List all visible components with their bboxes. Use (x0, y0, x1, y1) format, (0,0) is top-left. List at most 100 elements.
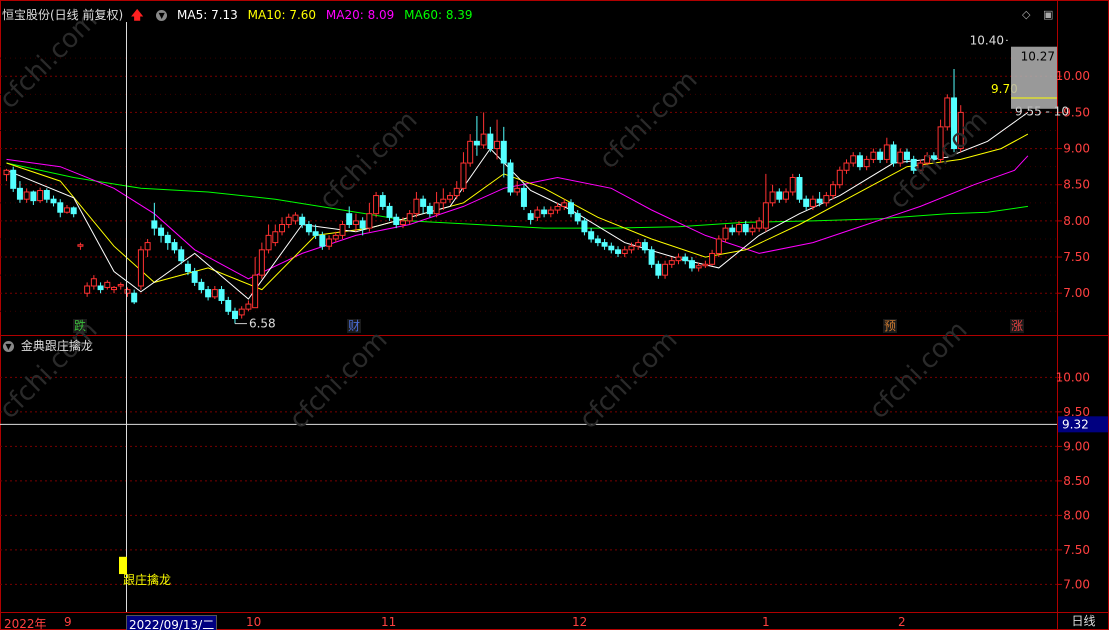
candle-body (520, 187, 527, 207)
candle-body (762, 202, 769, 229)
event-marker-3: 涨 (1011, 318, 1023, 333)
candle-body (897, 151, 904, 164)
price-tick-label: 8.50 (1063, 178, 1090, 192)
event-marker-1: 财 (348, 319, 360, 333)
candle-body (715, 238, 722, 254)
candle-body (50, 198, 57, 204)
indicator-tick-label: 8.00 (1063, 508, 1090, 522)
candle-body (326, 238, 333, 247)
candle-body (453, 187, 460, 197)
candle-body (870, 151, 877, 160)
candle-body (836, 169, 843, 186)
candle-body (830, 184, 837, 197)
signal-bar (119, 556, 127, 575)
candle-body (104, 281, 111, 288)
candle-body (662, 263, 669, 276)
candle-body (460, 162, 467, 189)
chart-canvas[interactable]: 7.007.508.008.509.009.5010.007.007.508.0… (0, 0, 1109, 630)
candle-body (205, 289, 212, 298)
candle-body (688, 260, 695, 269)
watermark: cfchi.com (864, 315, 974, 425)
candle-body (500, 140, 507, 164)
candle-body (480, 133, 487, 146)
candle-body (218, 289, 225, 301)
candle-body (352, 220, 359, 226)
month-label-11: 11 (381, 615, 397, 629)
candle-body (682, 256, 689, 262)
candle-body (279, 224, 286, 233)
candle-body (729, 227, 736, 233)
window-icon[interactable]: ▣ (1043, 8, 1053, 21)
candle-body (285, 216, 292, 226)
date-axis: 2022年 9 2022/09/13/二 10 11 12 1 2 (0, 614, 1057, 630)
candle-body (171, 242, 178, 251)
candle-body (608, 245, 615, 251)
up-arrow-icon: 🡅 (131, 8, 144, 22)
candle-body (809, 198, 816, 207)
candle-body (803, 198, 810, 207)
watermark: cfchi.com (284, 325, 394, 435)
candle-body (23, 191, 30, 200)
candle-body (487, 133, 494, 150)
period-selector[interactable]: 日线 (1058, 612, 1109, 630)
candle-body (373, 195, 380, 215)
candle-body (588, 231, 595, 240)
candle-body (816, 198, 823, 204)
watermark: cfchi.com (574, 325, 684, 435)
candle-body (742, 224, 749, 233)
candle-body (554, 205, 561, 211)
candle-body (3, 169, 10, 176)
crosshair-value-label: 9.32 (1062, 417, 1089, 431)
window-border (0, 0, 1109, 630)
candle-body (37, 190, 44, 202)
candle-body (10, 169, 17, 189)
candle-body (514, 187, 521, 193)
candle-body (43, 190, 50, 200)
diamond-icon[interactable]: ◇ (1022, 8, 1030, 21)
candle-body (124, 289, 131, 294)
month-label-9: 9 (64, 615, 72, 629)
candle-body (339, 224, 346, 236)
candle-body (406, 213, 413, 222)
price-tick-label: 10.00 (1056, 69, 1090, 83)
candle-body (850, 155, 857, 164)
candle-body (379, 195, 386, 207)
cursor-date-label: 2022/09/13/二 (126, 615, 218, 630)
candle-body (769, 191, 776, 204)
candle-body (735, 224, 742, 233)
indicator-tick-label: 7.00 (1063, 577, 1090, 591)
candle-body (547, 209, 554, 215)
event-marker-2: 预 (884, 319, 896, 333)
candle-body (863, 158, 870, 168)
candle-body (319, 234, 326, 247)
price-tick-label: 7.00 (1063, 286, 1090, 300)
candle-body (581, 220, 588, 233)
candle-body (238, 308, 245, 316)
candle-body (648, 249, 655, 265)
candle-body (561, 202, 568, 207)
candle-body (574, 213, 581, 222)
candle-body (527, 213, 534, 220)
candle-body (668, 260, 675, 265)
candle-body (447, 195, 454, 200)
chevron-down-icon[interactable]: ▼ (3, 341, 14, 352)
candle-body (84, 285, 91, 294)
candle-body (191, 271, 198, 283)
chart-header: 恒宝股份(日线 前复权) 🡅 ▼ MA5: 7.13 MA10: 7.60 MA… (0, 6, 479, 22)
candle-body (211, 289, 218, 298)
candle-body (144, 242, 151, 251)
candle-body (433, 202, 440, 215)
indicator-title[interactable]: 金典跟庄擒龙 (21, 339, 93, 353)
ma10-label: MA10: 7.60 (247, 8, 317, 22)
candle-body (413, 198, 420, 215)
candle-body (709, 252, 716, 265)
price-tick-label: 8.00 (1063, 214, 1090, 228)
candle-body (890, 144, 897, 164)
candle-body (366, 213, 373, 229)
candle-body (70, 207, 77, 215)
chevron-down-icon[interactable]: ▼ (156, 10, 168, 21)
candle-body (178, 249, 185, 262)
stock-title[interactable]: 恒宝股份(日线 前复权) (2, 8, 123, 22)
ma5-label: MA5: 7.13 (177, 8, 238, 22)
candle-body (198, 281, 205, 291)
